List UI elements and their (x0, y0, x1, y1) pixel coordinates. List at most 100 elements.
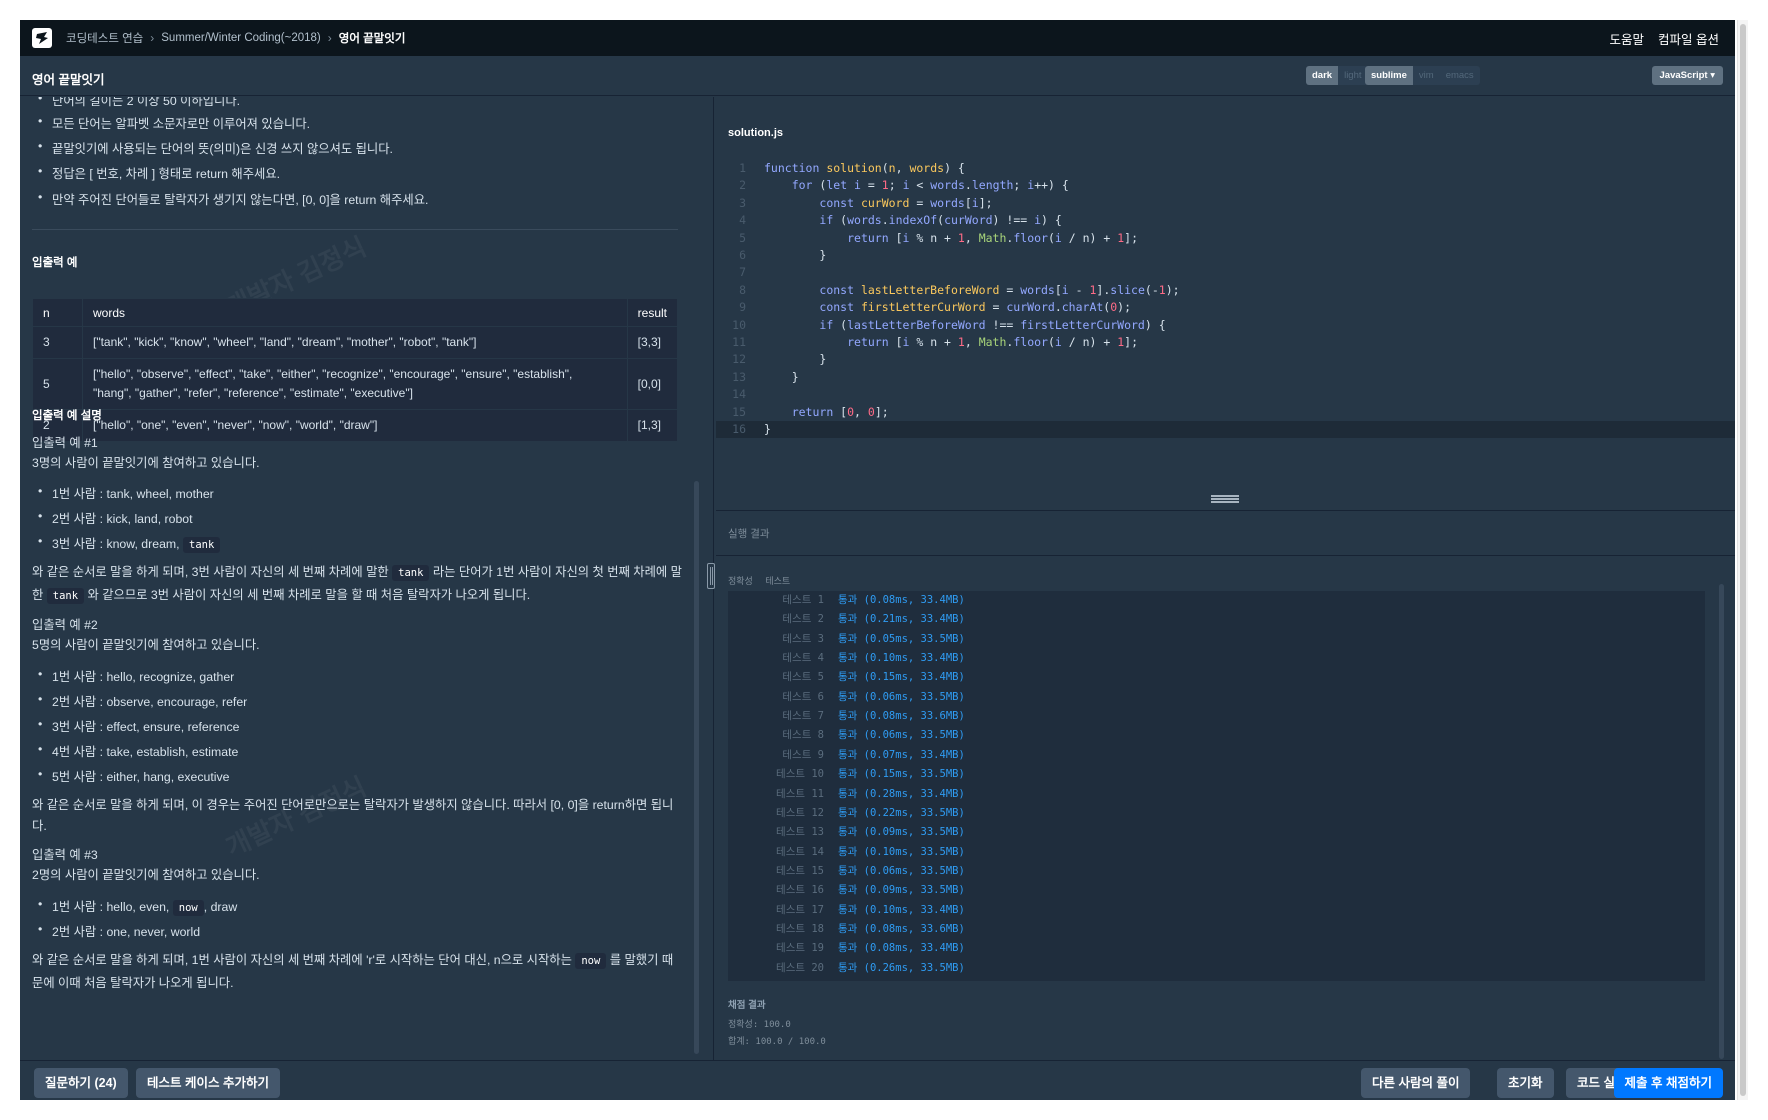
results-scrollbar[interactable] (1719, 584, 1724, 1059)
window-scrollbar[interactable] (1737, 20, 1748, 1100)
code-token: = (909, 195, 931, 210)
code-token: firstLetterCurWord (1020, 317, 1145, 332)
line-number: 12 (732, 352, 746, 367)
compile-options-link[interactable]: 컴파일 옵션 (1658, 29, 1719, 48)
code-line[interactable]: 2 for (let i = 1; i < words.length; i++)… (716, 177, 1735, 194)
code-token: < (909, 178, 931, 193)
add-test-case-button[interactable]: 테스트 케이스 추가하기 (136, 1068, 280, 1098)
code-token: floor (1013, 230, 1048, 245)
breadcrumb-item[interactable]: Summer/Winter Coding(~2018) (161, 32, 320, 44)
test-label: 테스트 18 (776, 922, 824, 935)
keymap-emacs-option[interactable]: emacs (1439, 66, 1480, 85)
code-line[interactable]: 4 if (words.indexOf(curWord) !== i) { (716, 212, 1735, 229)
test-result-row: 테스트 16 통과 (0.09ms, 33.5MB) (728, 881, 965, 900)
keymap-sublime-option[interactable]: sublime (1365, 66, 1413, 85)
test-result: 통과 (0.06ms, 33.5MB) (838, 729, 965, 742)
code-line[interactable]: 14 (716, 386, 1735, 403)
reset-button[interactable]: 초기화 (1497, 1068, 1554, 1098)
description-scrollbar[interactable] (694, 481, 699, 1054)
code-editor[interactable]: solution.js 1 function solution(n, words)… (716, 97, 1735, 510)
code-line[interactable]: 3 const curWord = words[i]; (716, 195, 1735, 212)
code-token: , (854, 404, 868, 419)
example-title: 입출력 예 #3 (32, 848, 98, 862)
logo-icon[interactable] (32, 28, 52, 48)
score-title: 채점 결과 (728, 1000, 766, 1011)
code-token: 0 (847, 404, 855, 419)
test-result-row: 테스트 5 통과 (0.15ms, 33.4MB) (728, 668, 964, 687)
code-line[interactable]: 1 function solution(n, words) { (716, 160, 1735, 177)
inline-code: tank (46, 588, 85, 604)
keymap-vim-option[interactable]: vim (1412, 66, 1440, 85)
code-line[interactable]: 7 (716, 264, 1735, 281)
question-button[interactable]: 질문하기 (24) (34, 1068, 128, 1098)
breadcrumb-item[interactable]: 코딩테스트 연습 (66, 30, 143, 46)
test-result-row: 테스트 8 통과 (0.06ms, 33.5MB) (728, 726, 965, 745)
other-solutions-button[interactable]: 다른 사람의 풀이 (1361, 1068, 1471, 1098)
theme-dark-option[interactable]: dark (1306, 66, 1339, 85)
tab-test[interactable]: 테스트 (765, 576, 790, 586)
example-paragraph: 다. (32, 819, 47, 833)
code-token: n (888, 161, 896, 175)
example-bullet: 4번 사람 : take, establish, estimate (32, 742, 238, 760)
example-bullet: 2번 사람 : one, never, world (32, 922, 200, 940)
tab-accuracy[interactable]: 정확성 (728, 576, 753, 586)
test-result-row: 테스트 19 통과 (0.08ms, 33.4MB) (728, 939, 965, 958)
test-result-row: 테스트 1 통과 (0.08ms, 33.4MB) (728, 591, 965, 610)
code-token: ]; (978, 195, 993, 210)
results-panel: 실행 결과 정확성 테스트 테스트 1 통과 (0.08ms, 33.4MB) 테스… (716, 510, 1735, 1060)
test-label: 테스트 3 (782, 632, 824, 645)
title-bar: 영어 끝말잇기 dark light sublime vim emacs Jav… (20, 56, 1735, 96)
code-line[interactable]: 9 const firstLetterCurWord = curWord.cha… (716, 299, 1735, 316)
line-number: 4 (739, 213, 746, 228)
inline-code: tank (183, 537, 221, 553)
code-token: ); (1117, 300, 1132, 315)
code-token: ) { (1041, 213, 1062, 228)
test-result: 통과 (0.08ms, 33.6MB) (838, 922, 965, 935)
code-line[interactable]: 8 const lastLetterBeforeWord = words[i -… (716, 282, 1735, 299)
test-result-row: 테스트 12 통과 (0.22ms, 33.5MB) (728, 804, 965, 823)
column-header: words (82, 298, 628, 327)
test-result-row: 테스트 17 통과 (0.10ms, 33.4MB) (728, 901, 965, 920)
test-result-row: 테스트 15 통과 (0.06ms, 33.5MB) (728, 862, 965, 881)
example-bullet: 1번 사람 : hello, even, now, draw (32, 897, 237, 916)
editor-resize-handle[interactable] (1211, 495, 1239, 503)
theme-light-option[interactable]: light (1338, 66, 1368, 85)
code-token: , (964, 230, 979, 245)
score-accuracy: 정확성: 100.0 (728, 1020, 791, 1030)
test-result-row: 테스트 20 통과 (0.26ms, 33.5MB) (728, 959, 965, 978)
code-token: Math (978, 335, 1007, 349)
example-bullet: 5번 사람 : either, hang, executive (32, 767, 230, 785)
code-line[interactable]: 6 } (716, 247, 1735, 264)
code-line[interactable]: 11 return [i % n + 1, Math.floor(i / n) … (716, 334, 1735, 351)
code-line[interactable]: 12 } (716, 351, 1735, 368)
language-select[interactable]: JavaScript ▾ (1651, 66, 1723, 85)
explain-heading: 입출력 예 설명 (32, 410, 102, 422)
panel-divider-handle[interactable] (707, 563, 715, 589)
test-result: 통과 (0.07ms, 33.4MB) (838, 748, 965, 761)
test-result: 통과 (0.10ms, 33.5MB) (838, 845, 965, 858)
help-link[interactable]: 도움말 (1610, 29, 1645, 48)
submit-button[interactable]: 제출 후 채점하기 (1613, 1068, 1723, 1098)
code-line[interactable]: 5 return [i % n + 1, Math.floor(i / n) +… (716, 230, 1735, 247)
code-line[interactable]: 10 if (lastLetterBeforeWord !== firstLet… (716, 317, 1735, 334)
test-result: 통과 (0.10ms, 33.4MB) (838, 903, 965, 916)
test-result: 통과 (0.08ms, 33.6MB) (838, 710, 965, 723)
code-token: = (985, 300, 1007, 315)
test-result: 통과 (0.15ms, 33.5MB) (838, 768, 965, 781)
divider (716, 555, 1735, 556)
test-result: 통과 (0.08ms, 33.4MB) (838, 594, 965, 606)
test-label: 테스트 1 (782, 594, 824, 606)
cell-result: [0,0] (626, 358, 679, 410)
bottom-toolbar: 질문하기 (24) 테스트 케이스 추가하기 다른 사람의 풀이 초기화 코드 … (20, 1060, 1735, 1100)
code-line[interactable]: 16} (716, 421, 1735, 438)
code-token: i (902, 178, 910, 193)
code-area[interactable]: 1 function solution(n, words) {2 for (let… (716, 160, 1735, 500)
code-token: [ (895, 335, 903, 349)
code-line[interactable]: 15 return [0, 0]; (716, 404, 1735, 421)
line-number: 1 (739, 161, 746, 175)
code-token: - (1068, 282, 1090, 297)
code-line[interactable]: 13 } (716, 369, 1735, 386)
window-scrollbar-thumb[interactable] (1740, 24, 1746, 1096)
